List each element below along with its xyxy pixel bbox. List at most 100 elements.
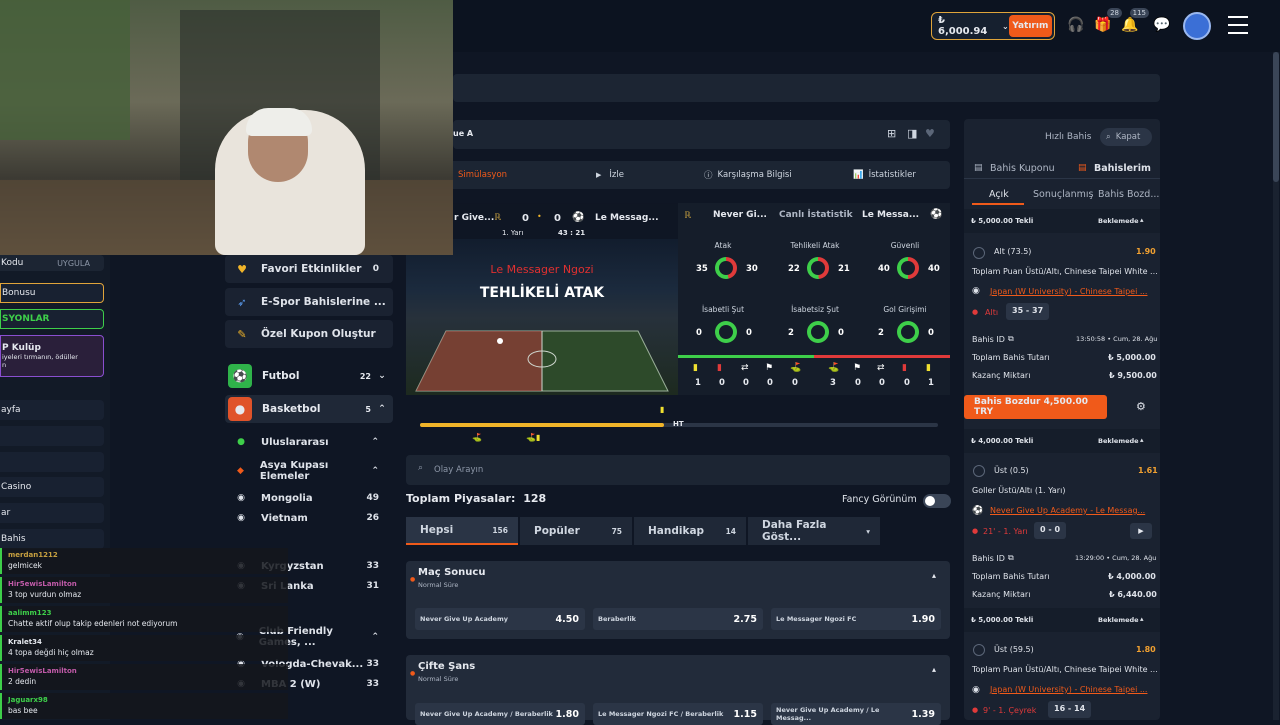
esports-item[interactable]: ➶ E-Spor Bahislerine ... <box>225 288 393 316</box>
favorite-heart-icon[interactable]: ♥ <box>925 127 935 140</box>
away-logo-icon: ⚽ <box>930 209 943 220</box>
stat-away-value: 21 <box>838 264 850 274</box>
sidebar-item-page[interactable]: ayfa <box>0 400 104 420</box>
avatar[interactable] <box>1183 12 1211 40</box>
league-asia-cup[interactable]: ◆ Asya Kupası Elemeler ⌃ <box>225 460 393 482</box>
copy-icon[interactable]: ⧉ <box>1008 553 1014 563</box>
card-count: 0 <box>879 378 885 388</box>
event-search[interactable]: ⌕ Olay Arayın <box>406 455 950 485</box>
tab-all[interactable]: Hepsi 156 <box>406 517 518 545</box>
odd-button[interactable]: Le Messager Ngozi FC 1.90 <box>771 608 941 630</box>
create-coupon-item[interactable]: ✎ Özel Kupon Oluştur <box>225 320 393 348</box>
promo-code-row[interactable]: Kodu UYGULA <box>0 255 104 271</box>
tab-match-info[interactable]: ⓘ Karşılaşma Bilgisi <box>704 161 792 189</box>
sport-football[interactable]: ⚽ Futbol 22 ⌄ <box>225 362 393 390</box>
odd-label: Beraberlik <box>598 615 637 623</box>
subtab-open[interactable]: Açık <box>989 189 1009 200</box>
chevron-up-icon[interactable]: ▴ <box>932 665 936 674</box>
chat-user: Jaguarx98 <box>8 696 48 704</box>
deposit-button[interactable]: Yatırım <box>1008 15 1052 37</box>
market-title: Çifte Şans <box>418 661 476 672</box>
promotions-label: SYONLAR <box>2 314 50 324</box>
team-mongolia[interactable]: ◉ Mongolia 49 <box>225 487 393 509</box>
bonus-row[interactable]: Bonusu <box>0 283 104 303</box>
chevron-up-icon[interactable]: ▴ <box>1140 436 1144 444</box>
sidebar-item-casino[interactable]: Casino <box>0 477 104 497</box>
chat-user: Hir5ewisLamilton <box>8 580 77 588</box>
home-team-logo-icon: ℝ <box>494 213 502 223</box>
football-count: 22 <box>359 371 371 381</box>
sidebar-item-blank-2[interactable] <box>0 452 104 472</box>
tab-more-label: Daha Fazla Göst... <box>762 519 827 543</box>
chat-icon[interactable]: 💬 <box>1151 14 1173 36</box>
stat-home-value: 40 <box>878 264 890 274</box>
mongolia-count: 49 <box>366 493 379 503</box>
gift-icon[interactable]: 🎁 28 <box>1092 8 1122 36</box>
stat-label: İsabetsiz Şut <box>791 305 839 314</box>
vip-club-card[interactable]: P Kulüp iyeleri tırmanın, ödüller n <box>0 335 104 377</box>
sidebar-item-label: ar <box>1 508 11 518</box>
hamburger-menu-icon[interactable] <box>1228 16 1248 34</box>
tab-watch[interactable]: ▶ İzle <box>596 161 624 189</box>
sidebar-item-bahis[interactable]: Bahis <box>0 529 104 549</box>
market-match-result: ● Maç Sonucu Normal Süre ▴ Never Give Up… <box>406 561 950 639</box>
srilanka-count: 31 <box>366 581 379 591</box>
bet-event-link[interactable]: Never Give Up Academy - Le Messag... <box>990 506 1145 515</box>
odd-button[interactable]: Le Messager Ngozi FC / Beraberlik 1.15 <box>593 703 763 725</box>
chevron-up-icon[interactable]: ▴ <box>1140 615 1144 623</box>
favorites-item[interactable]: ♥ Favori Etkinlikler 0 <box>225 255 393 283</box>
region-international[interactable]: ● Uluslararası ⌃ <box>225 431 393 453</box>
fancy-view-toggle[interactable] <box>923 494 951 508</box>
penalty-icon: ⛳ <box>828 363 840 373</box>
copy-icon[interactable]: ⧉ <box>1008 334 1014 344</box>
tab-handicap[interactable]: Handikap 14 <box>634 517 746 545</box>
split-view-icon[interactable]: ◨ <box>907 127 917 140</box>
headset-icon[interactable]: 🎧 <box>1065 14 1087 36</box>
promotions-row[interactable]: SYONLAR <box>0 309 104 329</box>
team-vietnam[interactable]: ◉ Vietnam 26 <box>225 507 393 529</box>
tab-mybets[interactable]: Bahislerim <box>1094 163 1151 174</box>
league-name: ue A <box>453 129 474 138</box>
cashout-button[interactable]: Bahis Bozdur 4,500.00 TRY <box>964 395 1107 419</box>
quick-bet-toggle[interactable]: ⌕ Kapat <box>1100 128 1152 146</box>
status-circle-icon <box>973 644 985 656</box>
tab-statistics[interactable]: 📊 İstatistikler <box>853 161 916 189</box>
football-icon: ⚽ <box>228 364 252 388</box>
stat-away-value: 30 <box>746 264 758 274</box>
odd-button[interactable]: Never Give Up Academy 4.50 <box>415 608 585 630</box>
tab-popular-count: 75 <box>611 526 622 536</box>
bell-icon[interactable]: 🔔 115 <box>1119 8 1149 36</box>
red-card-icon: ▮ <box>902 363 907 373</box>
odd-button[interactable]: Never Give Up Academy / Le Messag... 1.39 <box>771 703 941 725</box>
odd-button[interactable]: Never Give Up Academy / Beraberlik 1.80 <box>415 703 585 725</box>
chevron-up-icon[interactable]: ▴ <box>932 571 936 580</box>
sport-basketball[interactable]: ● Basketbol 5 ⌃ <box>225 395 393 423</box>
tab-coupon[interactable]: Bahis Kuponu <box>990 163 1055 174</box>
tab-simulation[interactable]: Simülasyon <box>458 161 507 189</box>
bet-event-link[interactable]: Japan (W University) - Chinese Taipei ..… <box>990 685 1147 694</box>
chat-text: 3 top vurdun olmaz <box>8 590 82 599</box>
chevron-down-icon[interactable]: ⌄ <box>1002 22 1009 31</box>
subtab-settled[interactable]: Sonuçlanmış <box>1033 189 1093 200</box>
stat-ring <box>715 257 737 279</box>
bet-event-link[interactable]: Japan (W University) - Chinese Taipei ..… <box>990 287 1147 296</box>
apply-button[interactable]: UYGULA <box>57 259 90 268</box>
tab-more[interactable]: Daha Fazla Göst... ▾ <box>748 517 880 545</box>
bet-odd: 1.90 <box>1136 247 1156 256</box>
odd-button[interactable]: Beraberlik 2.75 <box>593 608 763 630</box>
sidebar-item-blank[interactable] <box>0 426 104 446</box>
chevron-up-icon[interactable]: ▴ <box>1140 216 1144 224</box>
page-scrollbar[interactable] <box>1273 52 1279 720</box>
bet-time: 13:50:58 • Cum, 28. Ağu <box>1076 335 1158 343</box>
subtab-cashout[interactable]: Bahis Bozd... <box>1098 189 1159 200</box>
yellow-card-icon: ▮ <box>926 363 931 373</box>
balance-box[interactable]: ₺ 6,000.94 ⌄ Yatırım <box>931 12 1055 40</box>
stake-value: ₺ 4,000.00 <box>1108 572 1156 581</box>
gear-icon[interactable]: ⚙ <box>1136 400 1146 413</box>
play-icon[interactable]: ▶ <box>1130 523 1152 539</box>
chat-text: Chatte aktif olup takip edenleri not edi… <box>8 619 178 628</box>
sidebar-item-ar[interactable]: ar <box>0 503 104 523</box>
tab-popular[interactable]: Popüler 75 <box>520 517 632 545</box>
tab-watch-label: İzle <box>609 170 624 180</box>
grid-view-icon[interactable]: ⊞ <box>887 127 896 140</box>
